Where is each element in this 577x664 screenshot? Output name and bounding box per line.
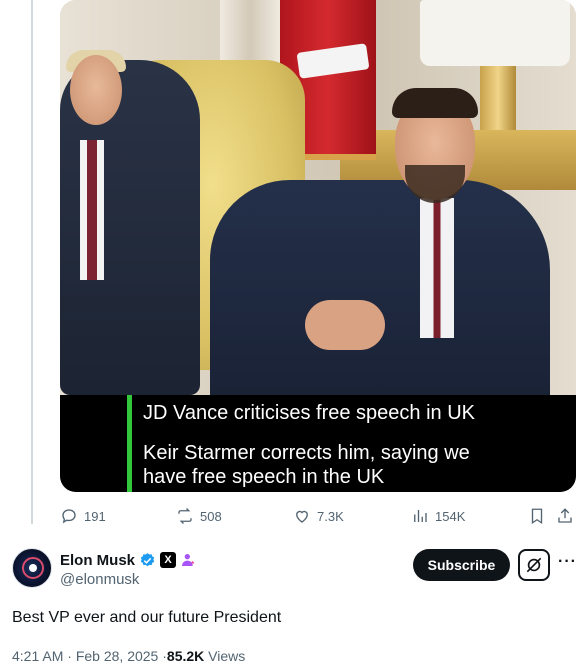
bookmark-button[interactable] (528, 505, 546, 527)
caption-line-1: Keir Starmer corrects him, saying we (143, 442, 470, 464)
thread-line (31, 0, 33, 524)
engagement-bar: 191 508 7.3K 154K (60, 505, 577, 527)
person-badge-icon (182, 554, 195, 566)
post-date[interactable]: Feb 28, 2025 (76, 648, 159, 664)
media-lamp-shade (420, 0, 570, 66)
reply-count: 191 (84, 508, 106, 524)
reply-icon (62, 509, 76, 524)
repost-icon (178, 508, 192, 524)
views-icon (414, 510, 427, 522)
author-handle[interactable]: @elonmusk (60, 571, 139, 588)
caption-line-2: have free speech in the UK (143, 466, 385, 488)
media-head-left (70, 55, 122, 125)
subscribe-button[interactable]: Subscribe (413, 549, 510, 581)
grok-button[interactable] (518, 549, 550, 581)
share-button[interactable] (556, 505, 574, 527)
like-button[interactable]: 7.3K (293, 505, 344, 527)
media-person-right (210, 180, 550, 395)
post-text: Best VP ever and our future President (12, 609, 282, 626)
video-media[interactable]: JD Vance criticises free speech in UK Ke… (60, 0, 576, 492)
media-hands (305, 300, 385, 350)
caption-accent (127, 395, 132, 492)
more-options-icon[interactable]: ··· (558, 554, 576, 573)
author-name-row: Elon Musk X (60, 550, 196, 570)
post-views-count: 85.2K (166, 648, 205, 664)
bookmark-icon (531, 508, 543, 525)
reply-button[interactable]: 191 (60, 505, 106, 527)
verified-badge-icon (140, 552, 155, 566)
media-tie-left (80, 140, 104, 280)
views-button[interactable]: 154K (411, 505, 465, 527)
display-name[interactable]: Elon Musk (60, 552, 135, 569)
post-meta: 4:21 AM · Feb 28, 2025 ·85.2K Views (12, 648, 245, 664)
like-count: 7.3K (317, 508, 344, 524)
avatar-core (29, 564, 37, 572)
media-hair-right (392, 88, 478, 118)
repost-count: 508 (200, 508, 222, 524)
views-count: 154K (435, 508, 466, 524)
media-shirt-right (420, 198, 454, 338)
caption-headline: JD Vance criticises free speech in UK (143, 402, 475, 424)
grok-icon (526, 557, 542, 573)
like-icon (296, 510, 308, 523)
x-affiliate-icon[interactable]: X (160, 552, 177, 568)
video-caption-bar: JD Vance criticises free speech in UK Ke… (60, 395, 576, 492)
share-icon (558, 508, 572, 523)
avatar[interactable] (12, 548, 52, 588)
post-time[interactable]: 4:21 AM (12, 648, 63, 664)
repost-button[interactable]: 508 (176, 505, 222, 527)
post-views-label: Views (208, 648, 246, 664)
meta-separator: · (67, 648, 72, 664)
